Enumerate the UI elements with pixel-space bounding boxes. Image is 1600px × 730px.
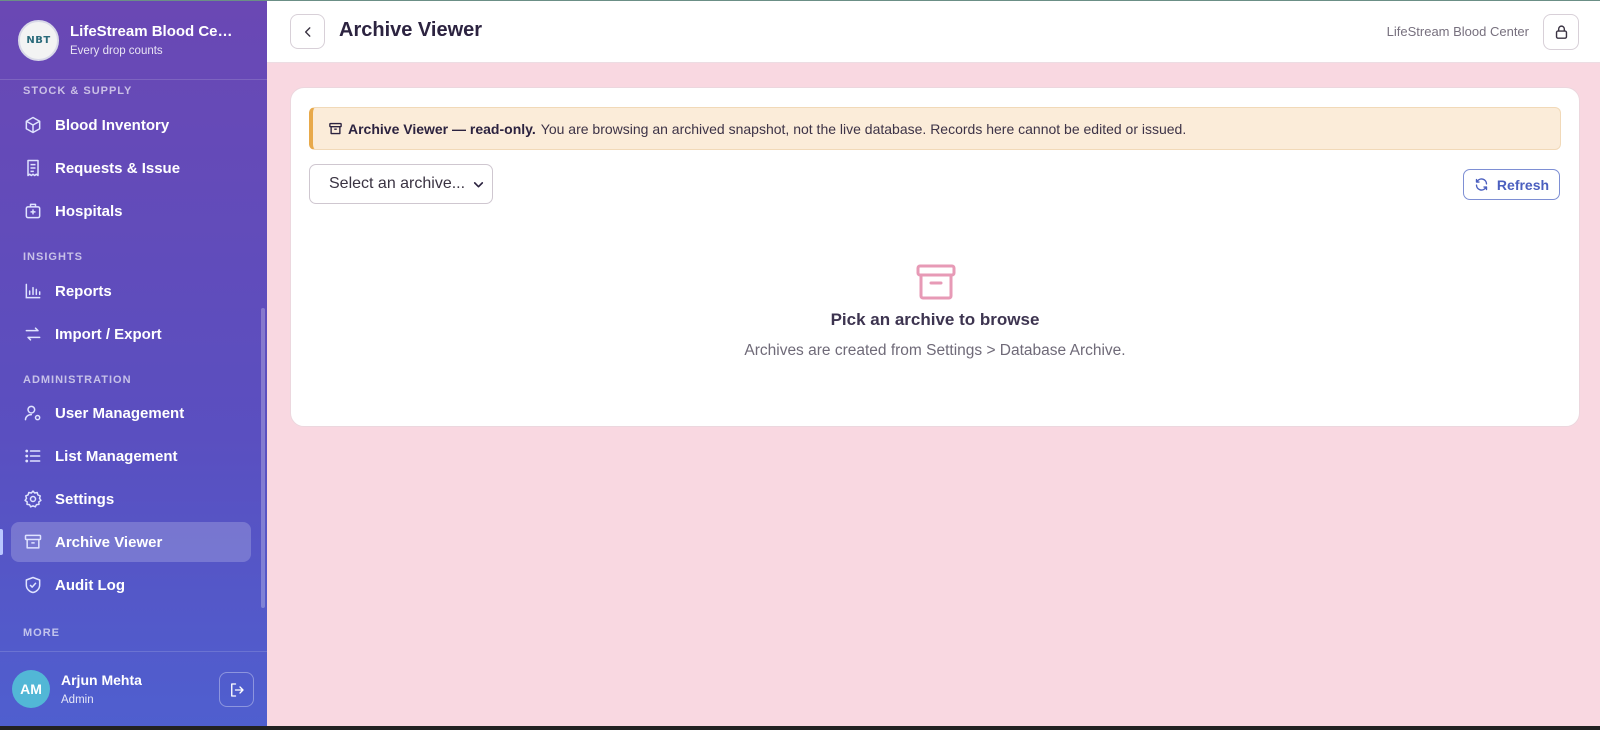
main-area: Archive Viewer LifeStream Blood Center A… [267, 1, 1600, 726]
sidebar-nav: STOCK & SUPPLY Blood Inventory Requests … [0, 80, 261, 650]
sidebar-item-label: Reports [55, 282, 112, 300]
sidebar-item-label: Import / Export [55, 325, 162, 343]
sidebar: NBT LifeStream Blood Center Every drop c… [0, 1, 267, 726]
receipt-icon [27, 159, 39, 177]
user-role: Admin [61, 694, 94, 706]
sidebar-item-label: Settings [55, 490, 115, 508]
hospital-icon [25, 203, 41, 219]
user-gear-icon [24, 405, 41, 421]
sidebar-item-label: User Management [55, 404, 185, 422]
refresh-icon [1475, 178, 1488, 191]
brand-logo-text: NBT [26, 34, 51, 46]
sidebar-item-archive-viewer[interactable]: Archive Viewer [11, 522, 251, 562]
page-title: Archive Viewer [339, 19, 483, 41]
empty-state-subtitle: Archives are created from Settings > Dat… [744, 342, 1126, 359]
sidebar-item-user-management[interactable]: User Management [11, 393, 251, 433]
read-only-notice: Archive Viewer — read-only. You are brow… [309, 107, 1561, 150]
swap-arrows-icon [25, 327, 41, 341]
sidebar-item-settings[interactable]: Settings [11, 479, 251, 519]
archive-select-value: Select an archive... [329, 175, 466, 192]
notice-text: You are browsing an archived snapshot, n… [540, 120, 1187, 137]
notice-title: Archive Viewer — read-only. [348, 120, 536, 137]
sidebar-item-label: List Management [55, 447, 178, 465]
active-indicator [0, 529, 3, 555]
archive-card: Archive Viewer — read-only. You are brow… [290, 87, 1580, 427]
sidebar-item-requests-issue[interactable]: Requests & Issue [11, 148, 251, 188]
brand-tagline: Every drop counts [70, 45, 163, 57]
sidebar-item-reports[interactable]: Reports [11, 271, 251, 311]
back-button[interactable] [290, 14, 325, 49]
archive-box-icon [916, 264, 956, 300]
list-icon [25, 449, 41, 463]
sidebar-item-list-management[interactable]: List Management [11, 436, 251, 476]
brand-logo: NBT [18, 19, 59, 61]
user-panel: AM Arjun Mehta Admin [0, 651, 267, 726]
archive-box-icon [329, 122, 342, 135]
refresh-label: Refresh [1496, 176, 1550, 193]
shield-check-icon [25, 576, 41, 594]
section-administration: ADMINISTRATION [23, 374, 132, 386]
brand-header: NBT LifeStream Blood Center Every drop c… [0, 1, 267, 80]
archive-box-icon [24, 534, 42, 549]
sidebar-item-audit-log[interactable]: Audit Log [11, 565, 251, 605]
bar-chart-icon [25, 283, 41, 299]
gear-icon [24, 490, 42, 508]
cube-icon [25, 116, 41, 134]
sidebar-item-hospitals[interactable]: Hospitals [11, 191, 251, 231]
avatar: AM [12, 670, 50, 708]
refresh-button[interactable]: Refresh [1463, 169, 1560, 200]
window-bottom-edge [0, 726, 1600, 730]
archive-select[interactable]: Select an archive... [309, 164, 493, 204]
topbar: Archive Viewer LifeStream Blood Center [267, 1, 1600, 63]
logout-button[interactable] [219, 672, 254, 707]
sidebar-item-label: Audit Log [55, 576, 125, 594]
lock-icon [1555, 24, 1567, 39]
logout-icon [230, 682, 244, 697]
app-window: NBT LifeStream Blood Center Every drop c… [0, 0, 1600, 726]
brand-name: LifeStream Blood Center [70, 23, 240, 40]
sidebar-item-import-export[interactable]: Import / Export [11, 314, 251, 354]
org-name: LifeStream Blood Center [1386, 24, 1529, 39]
sidebar-item-label: Blood Inventory [55, 116, 170, 134]
section-stock-supply: STOCK & SUPPLY [23, 85, 133, 97]
chevron-left-icon [304, 26, 310, 37]
empty-state-title: Pick an archive to browse [830, 310, 1040, 329]
section-insights: INSIGHTS [23, 251, 83, 263]
user-name: Arjun Mehta [61, 672, 142, 688]
lock-button[interactable] [1543, 14, 1579, 50]
chevron-down-icon [473, 182, 484, 188]
sidebar-item-label: Hospitals [55, 202, 123, 220]
sidebar-item-blood-inventory[interactable]: Blood Inventory [11, 105, 251, 145]
sidebar-item-label: Archive Viewer [55, 533, 163, 551]
sidebar-scrollbar[interactable] [261, 308, 265, 608]
sidebar-item-label: Requests & Issue [55, 159, 181, 177]
section-more: MORE [23, 627, 60, 639]
